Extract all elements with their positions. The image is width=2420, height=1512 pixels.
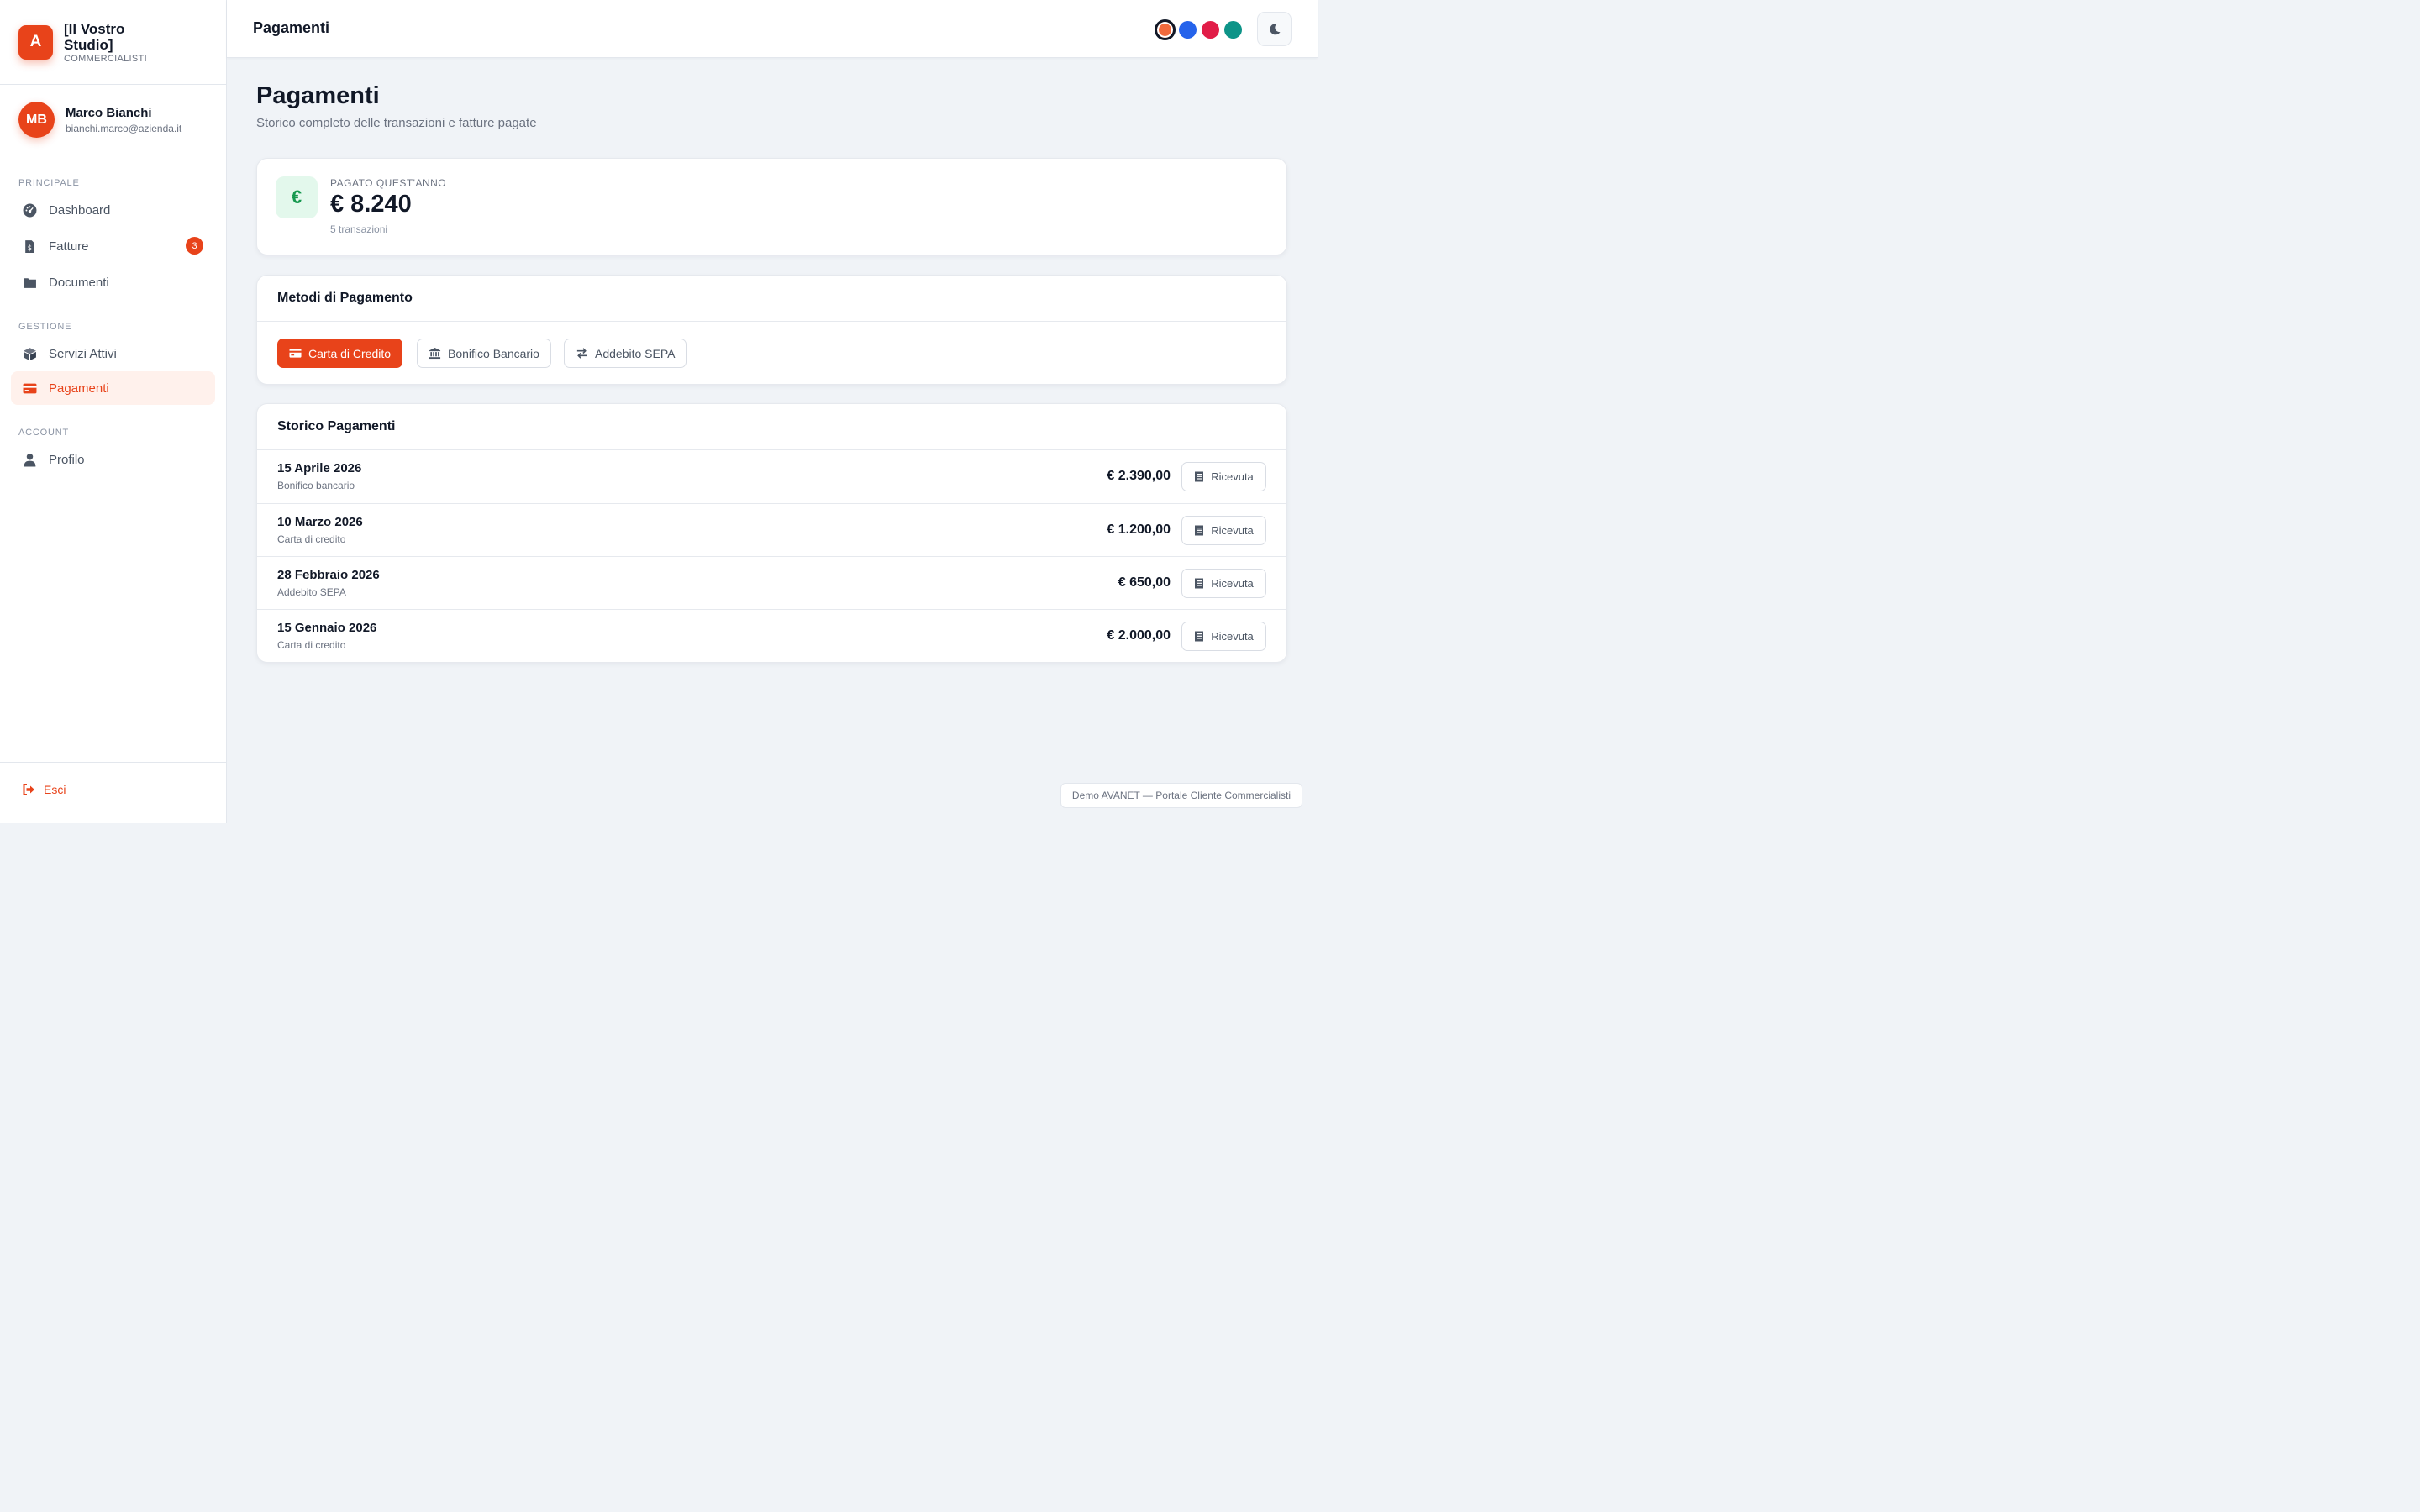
stat-card: € PAGATO QUEST'ANNO € 8.240 5 transazion…: [256, 158, 1287, 255]
sidebar-item-servizi-attivi[interactable]: Servizi Attivi: [11, 337, 215, 370]
payment-amount: € 2.390,00: [1107, 469, 1171, 483]
nav-section-gestione: GESTIONE: [18, 322, 72, 332]
table-row: 15 Aprile 2026 Bonifico bancario € 2.390…: [257, 450, 1286, 503]
payment-method: Bonifico bancario: [277, 480, 355, 491]
payment-history-card: Storico Pagamenti 15 Aprile 2026 Bonific…: [256, 403, 1287, 663]
user-card: MB Marco Bianchi bianchi.marco@azienda.i…: [0, 85, 226, 155]
sidebar-item-dashboard[interactable]: Dashboard: [11, 193, 215, 227]
payment-methods-card: Metodi di Pagamento Carta di Credito Bon…: [256, 275, 1287, 385]
folder-icon: [23, 276, 37, 290]
receipt-icon: [1195, 471, 1204, 482]
theme-color-orange[interactable]: [1155, 19, 1176, 40]
stat-label: PAGATO QUEST'ANNO: [330, 177, 447, 189]
payment-method: Carta di credito: [277, 533, 346, 545]
sidebar-item-label: Servizi Attivi: [49, 346, 117, 361]
brand: A [Il Vostro Studio] COMMERCIALISTI: [0, 0, 226, 85]
receipt-label: Ricevuta: [1211, 470, 1254, 483]
brand-name: [Il Vostro Studio]: [64, 20, 125, 53]
receipt-button[interactable]: Ricevuta: [1181, 569, 1266, 598]
receipt-button[interactable]: Ricevuta: [1181, 622, 1266, 651]
sidebar-item-pagamenti[interactable]: Pagamenti: [11, 371, 215, 405]
box-icon: [23, 347, 37, 361]
sidebar-item-label: Profilo: [49, 452, 85, 467]
transfer-icon: [576, 348, 587, 359]
user-name: Marco Bianchi: [66, 105, 152, 120]
logout-label: Esci: [44, 783, 66, 796]
sidebar-item-fatture[interactable]: $ Fatture 3: [11, 229, 215, 263]
method-sepa-button[interactable]: Addebito SEPA: [564, 339, 687, 368]
payment-date: 28 Febbraio 2026: [277, 568, 380, 582]
stat-value: € 8.240: [330, 191, 412, 218]
brand-logo: A: [18, 24, 53, 60]
receipt-label: Ricevuta: [1211, 577, 1254, 590]
credit-card-icon: [289, 349, 302, 358]
bank-icon: [429, 347, 441, 360]
sidebar-item-label: Documenti: [49, 275, 109, 290]
payment-history-title: Storico Pagamenti: [257, 404, 1286, 450]
theme-color-blue[interactable]: [1179, 21, 1197, 39]
dark-mode-toggle[interactable]: [1257, 12, 1292, 46]
table-row: 10 Marzo 2026 Carta di credito € 1.200,0…: [257, 503, 1286, 556]
table-row: 28 Febbraio 2026 Addebito SEPA € 650,00 …: [257, 556, 1286, 609]
footer-note: Demo AVANET — Portale Cliente Commercial…: [1060, 783, 1302, 808]
sidebar-item-label: Dashboard: [49, 202, 111, 218]
payment-method: Addebito SEPA: [277, 586, 346, 598]
topbar: Pagamenti: [227, 0, 1318, 58]
invoice-icon: $: [23, 239, 37, 254]
user-icon: [23, 453, 37, 467]
logout-button[interactable]: Esci: [22, 783, 66, 796]
receipt-button[interactable]: Ricevuta: [1181, 462, 1266, 491]
sidebar-item-profilo[interactable]: Profilo: [11, 443, 215, 476]
notification-badge: 3: [186, 237, 203, 255]
sidebar-item-documenti[interactable]: Documenti: [11, 265, 215, 299]
receipt-label: Ricevuta: [1211, 524, 1254, 537]
nav-section-account: ACCOUNT: [18, 428, 69, 438]
method-credit-card-button[interactable]: Carta di Credito: [277, 339, 403, 368]
method-label: Carta di Credito: [308, 346, 392, 360]
payment-date: 10 Marzo 2026: [277, 515, 363, 529]
stat-count: 5 transazioni: [330, 223, 388, 235]
topbar-title: Pagamenti: [253, 19, 330, 36]
svg-text:$: $: [28, 244, 32, 252]
theme-color-red[interactable]: [1202, 21, 1219, 39]
sidebar-item-label: Fatture: [49, 239, 89, 254]
logout-icon: [23, 784, 34, 795]
payment-method: Carta di credito: [277, 639, 346, 651]
payment-amount: € 650,00: [1118, 575, 1171, 590]
payment-date: 15 Aprile 2026: [277, 461, 362, 475]
page-title: Pagamenti: [256, 82, 380, 109]
method-label: Addebito SEPA: [595, 346, 676, 360]
moon-icon: [1269, 23, 1280, 34]
divider: [0, 762, 226, 763]
payment-date: 15 Gennaio 2026: [277, 621, 377, 635]
euro-icon: €: [276, 176, 318, 218]
user-email: bianchi.marco@azienda.it: [66, 122, 182, 134]
sidebar-item-label: Pagamenti: [49, 381, 109, 396]
page-subtitle: Storico completo delle transazioni e fat…: [256, 116, 537, 130]
receipt-label: Ricevuta: [1211, 630, 1254, 643]
receipt-button[interactable]: Ricevuta: [1181, 516, 1266, 545]
credit-card-icon: [23, 381, 37, 396]
payment-amount: € 1.200,00: [1107, 522, 1171, 537]
table-row: 15 Gennaio 2026 Carta di credito € 2.000…: [257, 609, 1286, 662]
receipt-icon: [1195, 578, 1204, 589]
theme-color-teal[interactable]: [1224, 21, 1242, 39]
receipt-icon: [1195, 525, 1204, 536]
nav-section-principale: PRINCIPALE: [18, 178, 80, 188]
receipt-icon: [1195, 631, 1204, 642]
avatar: MB: [18, 102, 55, 138]
sidebar: A [Il Vostro Studio] COMMERCIALISTI MB M…: [0, 0, 227, 823]
brand-subtitle: COMMERCIALISTI: [64, 53, 147, 64]
payment-amount: € 2.000,00: [1107, 628, 1171, 643]
method-bank-transfer-button[interactable]: Bonifico Bancario: [417, 339, 551, 368]
method-label: Bonifico Bancario: [448, 346, 539, 360]
dashboard-icon: [23, 203, 37, 218]
payment-methods-title: Metodi di Pagamento: [257, 276, 1286, 322]
